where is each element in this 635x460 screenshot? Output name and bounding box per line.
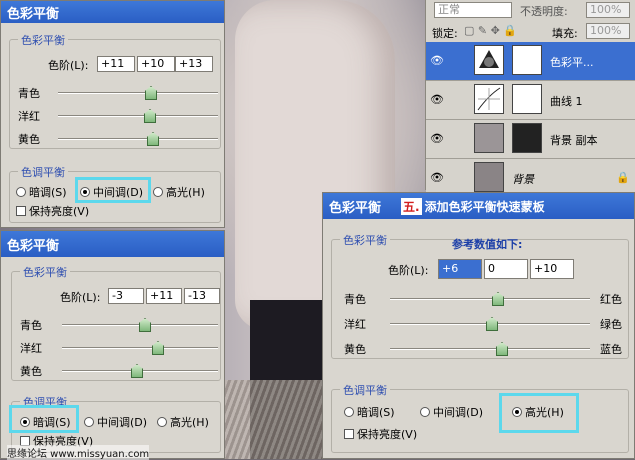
color-balance-group: 色彩平衡 色阶(L): +11 +10 +13 青色 洋红 黄色 <box>9 32 221 149</box>
color-balance-dialog-top: 色彩平衡 色彩平衡 色阶(L): +11 +10 +13 青色 洋红 黄色 色调… <box>0 0 225 228</box>
slider-thumb-magenta[interactable] <box>486 317 498 331</box>
step-text: 添加色彩平衡快速蒙板 <box>424 199 545 214</box>
slider-label-yellow: 黄色 <box>344 343 366 356</box>
radio-shadows[interactable]: 暗调(S) <box>344 404 395 420</box>
color-balance-group: 色彩平衡 色阶(L): -3 +11 -13 青色 洋红 黄色 <box>11 264 221 381</box>
layer-name: 色彩平... <box>550 56 594 69</box>
adjustment-thumb-icon <box>474 45 504 75</box>
preserve-luminosity-checkbox[interactable]: 保持亮度(V) <box>16 203 89 219</box>
group-title: 色调平衡 <box>18 164 68 180</box>
level-yellow-blue-input[interactable]: +13 <box>175 56 213 72</box>
slider-thumb-cyan[interactable] <box>145 86 157 100</box>
level-yellow-blue-input[interactable]: +10 <box>530 259 574 279</box>
group-title: 色调平衡 <box>340 382 390 398</box>
lock-label: 锁定: <box>432 27 458 40</box>
layers-panel: 正常 不透明度: 100% 锁定: ▢ ✎ ✥ 🔒 填充: 100% 👁 色彩平… <box>425 0 635 198</box>
slider-thumb-cyan[interactable] <box>139 318 151 332</box>
color-balance-dialog-right: 色彩平衡 五. 添加色彩平衡快速蒙板 色彩平衡 参考数值如下: 色阶(L): +… <box>322 192 635 459</box>
level-magenta-green-input[interactable]: +11 <box>146 288 182 304</box>
watermark: 思缘论坛 www.missyuan.com <box>7 445 150 460</box>
reference-note: 参考数值如下: <box>452 238 523 251</box>
layer-row-curves[interactable]: 👁 曲线 1 <box>426 81 635 120</box>
mask-thumb <box>512 123 542 153</box>
slider-track <box>390 348 590 350</box>
color-balance-dialog-mid: 色彩平衡 色彩平衡 色阶(L): -3 +11 -13 青色 洋红 黄色 色调平… <box>0 230 225 460</box>
slider-label-red: 红色 <box>600 293 622 306</box>
opacity-label: 不透明度: <box>520 5 568 18</box>
slider-track <box>58 115 218 117</box>
radio-midtones[interactable]: 中间调(D) <box>84 414 147 430</box>
slider-thumb-magenta[interactable] <box>144 109 156 123</box>
slider-thumb-magenta[interactable] <box>152 341 164 355</box>
slider-label-yellow: 黄色 <box>18 133 40 146</box>
highlight-box <box>499 393 579 433</box>
slider-label-cyan: 青色 <box>20 319 42 332</box>
opacity-input[interactable]: 100% <box>586 2 630 18</box>
group-title: 色彩平衡 <box>340 232 390 248</box>
dialog-title: 色彩平衡 <box>1 1 224 23</box>
slider-thumb-yellow[interactable] <box>147 132 159 146</box>
level-magenta-green-input[interactable]: +10 <box>137 56 175 72</box>
blend-mode-select[interactable]: 正常 <box>434 2 512 18</box>
photo-thumb <box>474 123 504 153</box>
dialog-titlebar: 色彩平衡 五. 添加色彩平衡快速蒙板 <box>323 193 634 219</box>
radio-highlights[interactable]: 高光(H) <box>157 414 209 430</box>
slider-label-green: 绿色 <box>600 318 622 331</box>
eye-icon[interactable]: 👁 <box>430 54 444 68</box>
slider-track <box>58 92 218 94</box>
fill-label: 填充: <box>552 27 578 40</box>
slider-track <box>58 138 218 140</box>
slider-label-magenta: 洋红 <box>18 110 40 123</box>
radio-shadows[interactable]: 暗调(S) <box>16 184 67 200</box>
curves-thumb-icon <box>474 84 504 114</box>
tone-balance-group: 色调平衡 暗调(S) 中间调(D) 高光(H) 保持亮度(V) <box>331 382 629 453</box>
dialog-title: 色彩平衡 <box>1 231 224 257</box>
level-cyan-red-input[interactable]: +11 <box>97 56 135 72</box>
mask-thumb <box>512 84 542 114</box>
slider-label-cyan: 青色 <box>344 293 366 306</box>
slider-thumb-cyan[interactable] <box>492 292 504 306</box>
slider-track <box>62 347 218 349</box>
preserve-luminosity-checkbox[interactable]: 保持亮度(V) <box>344 426 417 442</box>
levels-label: 色阶(L): <box>60 291 101 304</box>
level-yellow-blue-input[interactable]: -13 <box>184 288 220 304</box>
slider-track <box>390 298 590 300</box>
eye-icon[interactable]: 👁 <box>430 93 444 107</box>
step-badge: 五. <box>401 197 422 215</box>
slider-label-blue: 蓝色 <box>600 343 622 356</box>
levels-label: 色阶(L): <box>388 264 429 277</box>
layer-row-color-balance[interactable]: 👁 色彩平... <box>426 42 635 81</box>
slider-thumb-yellow[interactable] <box>496 342 508 356</box>
mask-thumb <box>512 45 542 75</box>
eye-icon[interactable]: 👁 <box>430 132 444 146</box>
layer-row-background-copy[interactable]: 👁 背景 副本 <box>426 120 635 159</box>
fill-input[interactable]: 100% <box>586 23 630 39</box>
layer-name: 曲线 1 <box>550 95 583 108</box>
slider-label-yellow: 黄色 <box>20 365 42 378</box>
slider-label-magenta: 洋红 <box>20 342 42 355</box>
photo-thumb <box>474 162 504 192</box>
levels-label: 色阶(L): <box>48 59 89 72</box>
lock-icon: 🔒 <box>616 171 630 184</box>
highlight-box <box>75 177 151 203</box>
level-cyan-red-input[interactable]: -3 <box>108 288 144 304</box>
slider-label-cyan: 青色 <box>18 87 40 100</box>
layer-name: 背景 <box>512 173 534 186</box>
radio-highlights[interactable]: 高光(H) <box>153 184 205 200</box>
layer-name: 背景 副本 <box>550 134 598 147</box>
level-magenta-green-input[interactable]: 0 <box>484 259 528 279</box>
group-title: 色彩平衡 <box>18 32 68 48</box>
radio-midtones[interactable]: 中间调(D) <box>420 404 483 420</box>
level-cyan-red-input[interactable]: +6 <box>438 259 482 279</box>
eye-icon[interactable]: 👁 <box>430 171 444 185</box>
slider-thumb-yellow[interactable] <box>131 364 143 378</box>
lock-icons[interactable]: ▢ ✎ ✥ 🔒 <box>464 24 517 37</box>
slider-label-magenta: 洋红 <box>344 318 366 331</box>
dialog-title: 色彩平衡 <box>329 200 382 216</box>
group-title: 色彩平衡 <box>20 264 70 280</box>
color-balance-group: 色彩平衡 参考数值如下: 色阶(L): +6 0 +10 青色 洋红 黄色 红色… <box>331 232 629 359</box>
highlight-box <box>9 405 79 433</box>
